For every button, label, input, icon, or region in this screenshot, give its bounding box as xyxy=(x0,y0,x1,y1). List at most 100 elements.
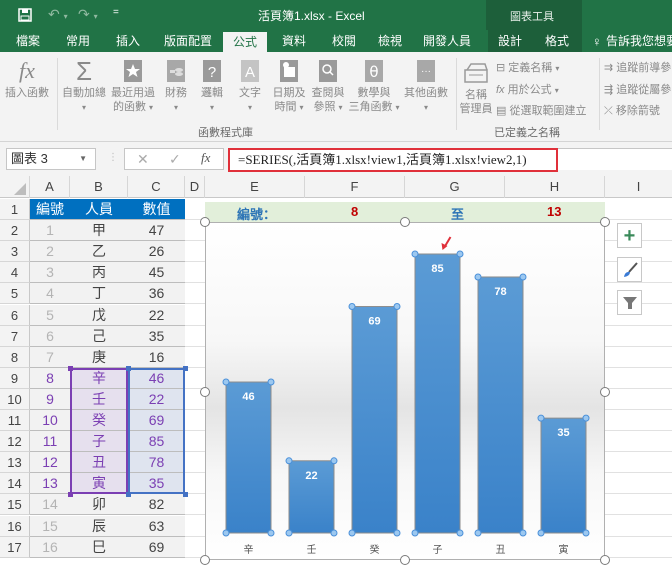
tab-formulas[interactable]: 公式 xyxy=(223,32,267,52)
category-range-outline[interactable] xyxy=(70,367,128,495)
customize-qat-icon[interactable]: = xyxy=(113,7,119,18)
tell-me-box[interactable]: 告訴我您想要 xyxy=(606,30,672,52)
id-cell[interactable]: 5 xyxy=(30,304,70,326)
id-cell[interactable]: 1 xyxy=(30,220,70,242)
value-cell[interactable]: 35 xyxy=(128,325,185,347)
range-handle[interactable] xyxy=(126,365,131,371)
bar-selection-handle[interactable] xyxy=(285,457,293,465)
id-cell[interactable]: 2 xyxy=(30,241,70,263)
range-handle[interactable] xyxy=(183,492,188,498)
row-header[interactable]: 12 xyxy=(0,431,30,453)
bar-selection-handle[interactable] xyxy=(393,303,401,311)
row-header[interactable]: 6 xyxy=(0,304,30,326)
person-cell[interactable]: 辰 xyxy=(70,515,128,537)
bar-selection-handle[interactable] xyxy=(519,273,527,281)
column-header-e[interactable]: E xyxy=(205,176,305,198)
row-header[interactable]: 15 xyxy=(0,494,30,516)
tab-data[interactable]: 資料 xyxy=(272,30,316,52)
person-cell[interactable]: 卯 xyxy=(70,494,128,516)
financial-button[interactable]: 財務 ▾ xyxy=(160,58,192,115)
bar-癸[interactable] xyxy=(351,306,398,534)
insert-function-icon[interactable]: fx xyxy=(201,150,210,166)
table-header-cell[interactable]: 人員 xyxy=(70,199,128,221)
cancel-icon[interactable]: ✕ xyxy=(137,151,149,168)
bar-子[interactable] xyxy=(414,253,461,534)
bar-selection-handle[interactable] xyxy=(267,378,275,386)
tab-chart-format[interactable]: 格式 xyxy=(532,30,582,52)
row-header[interactable]: 3 xyxy=(0,241,30,263)
datetime-button[interactable]: 日期及 時間 ▾ xyxy=(270,58,308,115)
bar-selection-handle[interactable] xyxy=(285,529,293,537)
define-name-button[interactable]: ⊟ 定義名稱 ▾ xyxy=(496,59,559,75)
column-header-c[interactable]: C xyxy=(128,176,185,198)
bar-selection-handle[interactable] xyxy=(537,529,545,537)
value-cell[interactable]: 22 xyxy=(128,304,185,326)
tab-chart-design[interactable]: 設計 xyxy=(488,30,532,52)
chart-styles-button[interactable] xyxy=(617,257,642,282)
column-header-d[interactable]: D xyxy=(185,176,205,198)
row-header[interactable]: 2 xyxy=(0,220,30,242)
bar-selection-handle[interactable] xyxy=(456,250,464,258)
column-header-f[interactable]: F xyxy=(305,176,405,198)
bar-辛[interactable] xyxy=(225,381,272,534)
value-cell[interactable]: 45 xyxy=(128,262,185,284)
tab-insert[interactable]: 插入 xyxy=(106,30,150,52)
trace-dependents-button[interactable]: ⇶ 追蹤從屬參 xyxy=(604,81,671,97)
id-cell[interactable]: 9 xyxy=(30,388,70,410)
undo-icon[interactable]: ↶ ▾ xyxy=(48,6,68,23)
row-header[interactable]: 16 xyxy=(0,515,30,537)
bar-selection-handle[interactable] xyxy=(330,529,338,537)
select-all-corner[interactable] xyxy=(0,176,30,198)
resize-handle-left[interactable] xyxy=(200,387,210,397)
row-header[interactable]: 4 xyxy=(0,262,30,284)
resize-handle-bottom[interactable] xyxy=(400,555,410,565)
tab-file[interactable]: 檔案 xyxy=(8,30,48,52)
id-cell[interactable]: 16 xyxy=(30,536,70,558)
more-functions-button[interactable]: ··· 其他函數 ▾ xyxy=(402,58,450,115)
id-cell[interactable]: 8 xyxy=(30,367,70,389)
id-cell[interactable]: 15 xyxy=(30,515,70,537)
bar-丑[interactable] xyxy=(477,276,524,534)
bar-selection-handle[interactable] xyxy=(348,303,356,311)
bar-selection-handle[interactable] xyxy=(411,250,419,258)
save-icon[interactable] xyxy=(18,8,32,22)
bar-selection-handle[interactable] xyxy=(456,529,464,537)
bar-selection-handle[interactable] xyxy=(348,529,356,537)
column-header-g[interactable]: G xyxy=(405,176,505,198)
value-cell[interactable]: 16 xyxy=(128,346,185,368)
resize-handle-right[interactable] xyxy=(600,387,610,397)
table-header-cell[interactable]: 編號 xyxy=(30,199,70,221)
id-cell[interactable]: 14 xyxy=(30,494,70,516)
column-header-i[interactable]: I xyxy=(605,176,672,198)
text-button[interactable]: A 文字 ▾ xyxy=(234,58,266,115)
tab-page-layout[interactable]: 版面配置 xyxy=(158,30,218,52)
create-from-selection-button[interactable]: ▤ 從選取範圍建立 xyxy=(496,102,586,118)
resize-handle-bottom-right[interactable] xyxy=(600,555,610,565)
row-header[interactable]: 11 xyxy=(0,410,30,432)
column-header-h[interactable]: H xyxy=(505,176,605,198)
row-header[interactable]: 17 xyxy=(0,536,30,558)
remove-arrows-button[interactable]: ⤫ 移除箭號 xyxy=(604,102,660,118)
id-cell[interactable]: 3 xyxy=(30,262,70,284)
row-header[interactable]: 13 xyxy=(0,452,30,474)
person-cell[interactable]: 庚 xyxy=(70,346,128,368)
id-cell[interactable]: 11 xyxy=(30,431,70,453)
value-cell[interactable]: 63 xyxy=(128,515,185,537)
column-header-b[interactable]: B xyxy=(70,176,128,198)
range-handle[interactable] xyxy=(68,492,73,498)
id-cell[interactable]: 13 xyxy=(30,473,70,495)
person-cell[interactable]: 丙 xyxy=(70,262,128,284)
row-header[interactable]: 7 xyxy=(0,325,30,347)
table-header-cell[interactable]: 數值 xyxy=(128,199,185,221)
bar-selection-handle[interactable] xyxy=(330,457,338,465)
resize-handle-top[interactable] xyxy=(400,217,410,227)
use-in-formula-button[interactable]: fx 用於公式 ▾ xyxy=(496,81,559,97)
trace-precedents-button[interactable]: ⇉ 追蹤前導參 xyxy=(604,59,671,75)
range-to-value[interactable]: 13 xyxy=(547,204,561,219)
bar-selection-handle[interactable] xyxy=(222,529,230,537)
autosum-button[interactable]: Σ 自動加總 ▾ xyxy=(60,58,108,115)
formula-input[interactable]: =SERIES(,活頁簿1.xlsx!view1,活頁簿1.xlsx!view2… xyxy=(228,148,558,172)
range-handle[interactable] xyxy=(183,365,188,371)
bar-selection-handle[interactable] xyxy=(411,529,419,537)
resize-handle-bottom-left[interactable] xyxy=(200,555,210,565)
